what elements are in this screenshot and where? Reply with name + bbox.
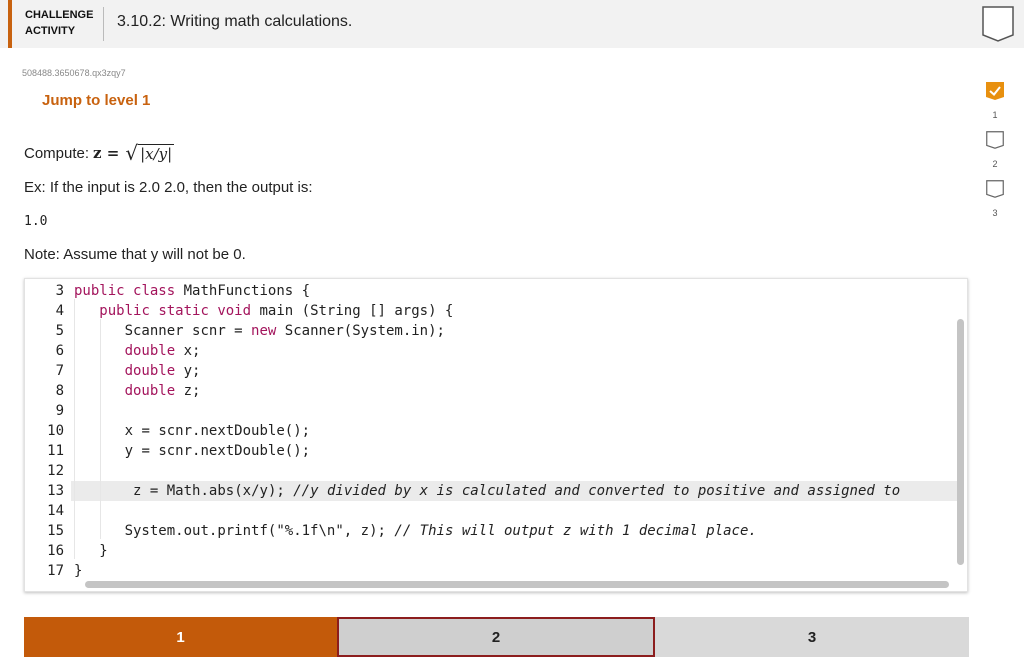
line-number: 14 bbox=[47, 503, 64, 519]
code-line[interactable]: Scanner scnr = new Scanner(System.in); bbox=[74, 321, 445, 341]
badge-line-2: ACTIVITY bbox=[25, 25, 76, 37]
progress-tab-3[interactable]: 3 bbox=[655, 617, 969, 657]
line-number: 13 bbox=[47, 483, 64, 499]
code-line[interactable]: } bbox=[74, 561, 82, 581]
vertical-scrollbar[interactable] bbox=[957, 319, 964, 565]
line-number: 17 bbox=[47, 563, 64, 579]
bookmark-icon[interactable] bbox=[982, 6, 1014, 42]
level-number: 1 bbox=[992, 110, 998, 120]
code-line[interactable]: y = scnr.nextDouble(); bbox=[74, 441, 310, 461]
indent-guide bbox=[100, 319, 101, 539]
line-number: 6 bbox=[55, 343, 64, 359]
compute-label: Compute: bbox=[24, 144, 90, 162]
activity-title: 3.10.2: Writing math calculations. bbox=[117, 13, 353, 30]
line-number: 9 bbox=[55, 403, 64, 419]
line-number: 11 bbox=[47, 443, 64, 459]
code-line[interactable]: x = scnr.nextDouble(); bbox=[74, 421, 310, 441]
level-box-icon bbox=[986, 131, 1004, 149]
square-root-symbol: √ bbox=[125, 141, 139, 165]
code-line[interactable]: public class MathFunctions { bbox=[74, 281, 310, 301]
checkmark-icon bbox=[986, 82, 1004, 100]
level-1-indicator[interactable]: 1 bbox=[986, 82, 1004, 120]
indent-guide bbox=[74, 299, 75, 559]
line-number: 4 bbox=[55, 303, 64, 319]
badge-line-1: CHALLENGE bbox=[25, 9, 94, 21]
code-editor[interactable]: 3 public class MathFunctions { 4 public st… bbox=[24, 278, 968, 592]
horizontal-scrollbar[interactable] bbox=[85, 581, 949, 588]
level-3-indicator[interactable]: 3 bbox=[986, 180, 1004, 218]
line-number: 8 bbox=[55, 383, 64, 399]
code-line[interactable]: public static void main (String [] args)… bbox=[74, 301, 453, 321]
line-number: 3 bbox=[55, 283, 64, 299]
formula: z = √ |x/y| bbox=[93, 141, 175, 165]
code-line[interactable]: double y; bbox=[74, 361, 201, 381]
level-box-icon bbox=[986, 180, 1004, 198]
activity-id: 508488.3650678.qx3zqy7 bbox=[22, 68, 126, 78]
code-line[interactable]: z = Math.abs(x/y); //y divided by x is c… bbox=[74, 481, 900, 501]
level-number: 3 bbox=[992, 208, 998, 218]
level-2-indicator[interactable]: 2 bbox=[986, 131, 1004, 169]
line-number: 10 bbox=[47, 423, 64, 439]
note-text: Note: Assume that y will not be 0. bbox=[24, 246, 246, 263]
header-accent-bar bbox=[8, 0, 12, 48]
line-number: 12 bbox=[47, 463, 64, 479]
code-line[interactable]: double x; bbox=[74, 341, 201, 361]
header-bar: CHALLENGE ACTIVITY 3.10.2: Writing math … bbox=[0, 0, 1024, 48]
line-number: 7 bbox=[55, 363, 64, 379]
progress-tab-2[interactable]: 2 bbox=[337, 617, 655, 657]
progress-tab-1[interactable]: 1 bbox=[24, 617, 337, 657]
code-line[interactable]: double z; bbox=[74, 381, 201, 401]
line-number: 5 bbox=[55, 323, 64, 339]
formula-lhs: z = bbox=[93, 144, 120, 162]
line-number: 16 bbox=[47, 543, 64, 559]
example-text: Ex: If the input is 2.0 2.0, then the ou… bbox=[24, 179, 313, 196]
level-number: 2 bbox=[992, 159, 998, 169]
line-number: 15 bbox=[47, 523, 64, 539]
header-divider bbox=[103, 7, 104, 41]
challenge-activity-badge: CHALLENGE ACTIVITY bbox=[25, 7, 100, 39]
compute-instruction: Compute: z = √ |x/y| bbox=[24, 141, 175, 165]
jump-to-level-link[interactable]: Jump to level 1 bbox=[42, 92, 150, 109]
code-line[interactable]: } bbox=[74, 541, 107, 561]
example-output: 1.0 bbox=[24, 214, 48, 229]
code-line[interactable]: System.out.printf("%.1f\n", z); // This … bbox=[74, 521, 757, 541]
level-progress-tabs: 1 2 3 bbox=[24, 617, 969, 657]
formula-radicand: |x/y| bbox=[138, 143, 175, 163]
